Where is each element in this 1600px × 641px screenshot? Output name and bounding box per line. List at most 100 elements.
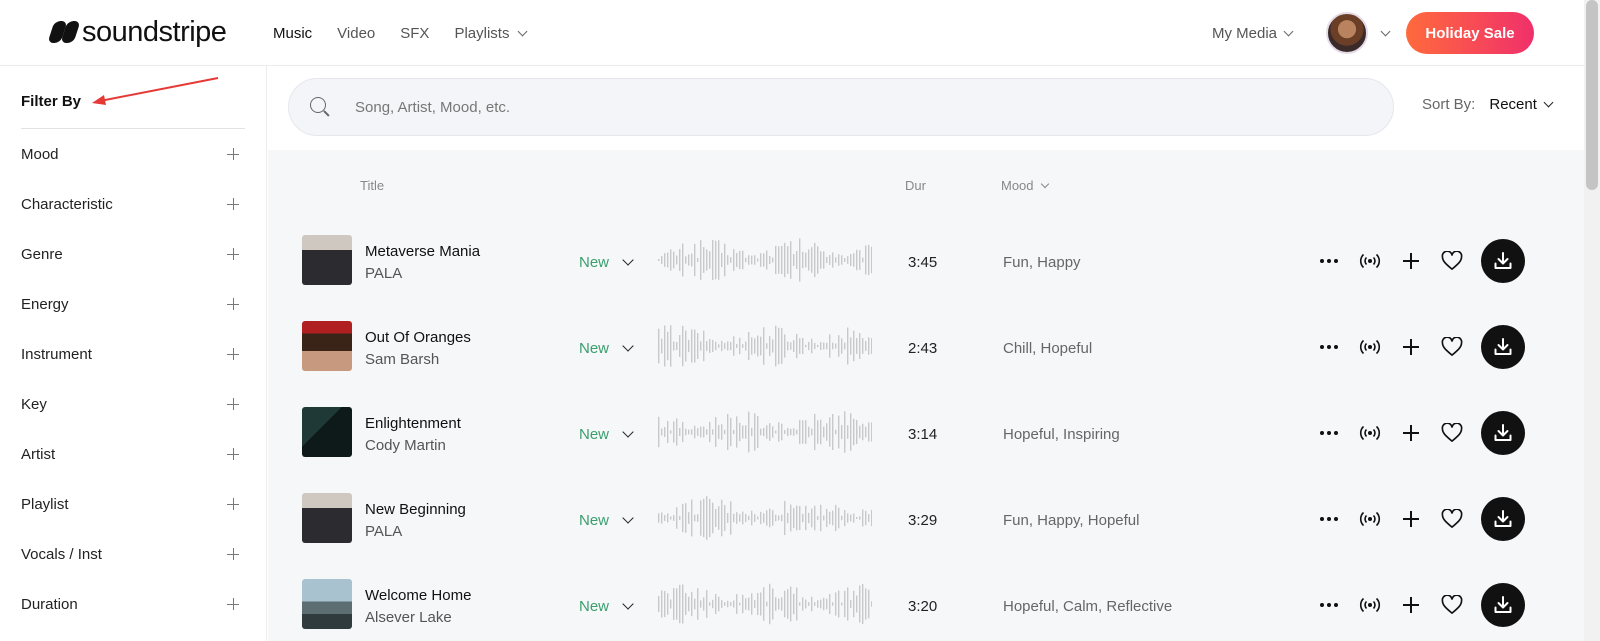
plus-icon [227,198,239,210]
waveform[interactable] [658,235,872,285]
filter-duration[interactable]: Duration [21,579,245,629]
heart-icon [1441,423,1462,442]
account-menu[interactable] [1326,12,1391,54]
search-toolbar: Sort By: Recent [268,66,1584,150]
track-mood: Fun, Happy [1003,254,1081,271]
track-title[interactable]: Enlightenment [365,415,461,432]
my-media-menu[interactable]: My Media [1212,0,1294,66]
track-artwork[interactable] [302,579,352,629]
scrollbar-thumb[interactable] [1586,0,1598,190]
download-button[interactable] [1481,497,1525,541]
track-artist[interactable]: PALA [365,523,402,540]
waveform[interactable] [658,579,872,629]
page-scrollbar[interactable] [1584,0,1600,641]
more-options-button[interactable] [1308,240,1349,282]
soundstripe-logo[interactable]: soundstripe [47,16,227,48]
filter-playlist[interactable]: Playlist [21,479,245,529]
nav-sfx[interactable]: SFX [400,25,429,42]
favorite-button[interactable] [1431,240,1472,282]
plus-icon [227,398,239,410]
filter-energy[interactable]: Energy [21,279,245,329]
track-row[interactable]: Enlightenment Cody Martin New 3:14 Hopef… [268,390,1584,476]
sort-dropdown[interactable]: Recent [1489,96,1554,113]
nav-sfx-label: SFX [400,24,430,42]
filter-instrument[interactable]: Instrument [21,329,245,379]
similar-songs-button[interactable] [1349,498,1390,540]
download-button[interactable] [1481,411,1525,455]
track-title[interactable]: Welcome Home [365,587,471,604]
track-title[interactable]: Out Of Oranges [365,329,471,346]
similar-songs-button[interactable] [1349,584,1390,626]
plus-icon [227,298,239,310]
add-to-playlist-button[interactable] [1390,498,1431,540]
more-options-button[interactable] [1308,584,1349,626]
track-row[interactable]: New Beginning PALA New 3:29 Fun, Happy, … [268,476,1584,562]
track-row[interactable]: Metaverse Mania PALA New 3:45 Fun, Happy [268,218,1584,304]
search-box[interactable] [288,78,1394,136]
column-mood-sort[interactable]: Mood [1001,178,1049,193]
filter-by-title: Filter By [21,93,82,110]
more-options-button[interactable] [1308,412,1349,454]
add-to-playlist-button[interactable] [1390,584,1431,626]
add-to-playlist-button[interactable] [1390,412,1431,454]
download-button[interactable] [1481,583,1525,627]
plus-icon [1402,597,1419,613]
more-options-button[interactable] [1308,326,1349,368]
track-artist[interactable]: Cody Martin [365,437,446,454]
sort-label: Sort By: [1422,96,1476,113]
favorite-button[interactable] [1431,326,1472,368]
expand-chevron-icon[interactable] [622,598,634,610]
waveform[interactable] [658,493,872,543]
track-title[interactable]: Metaverse Mania [365,243,480,260]
nav-music[interactable]: Music [273,25,312,42]
track-duration: 3:45 [908,254,938,271]
similar-songs-button[interactable] [1349,412,1390,454]
nav-playlists[interactable]: Playlists [454,25,528,42]
track-title[interactable]: New Beginning [365,501,466,518]
waveform[interactable] [658,321,872,371]
track-artwork[interactable] [302,493,352,543]
top-header: soundstripe Music Video SFX Playlists My… [0,0,1584,66]
filter-label: Playlist [21,495,69,513]
nav-video-label: Video [337,24,376,42]
track-row[interactable]: Welcome Home Alsever Lake New 3:20 Hopef… [268,562,1584,641]
favorite-button[interactable] [1431,412,1472,454]
nav-video[interactable]: Video [337,25,375,42]
search-input[interactable] [355,98,1255,116]
filter-mood[interactable]: Mood [21,129,245,179]
track-artwork[interactable] [302,407,352,457]
add-to-playlist-button[interactable] [1390,326,1431,368]
plus-icon [1402,253,1419,269]
track-artist[interactable]: Alsever Lake [365,609,452,626]
expand-chevron-icon[interactable] [622,340,634,352]
expand-chevron-icon[interactable] [622,426,634,438]
download-button[interactable] [1481,239,1525,283]
favorite-button[interactable] [1431,584,1472,626]
add-to-playlist-button[interactable] [1390,240,1431,282]
expand-chevron-icon[interactable] [622,512,634,524]
filter-vocals-inst[interactable]: Vocals / Inst [21,529,245,579]
filter-genre[interactable]: Genre [21,229,245,279]
filter-artist[interactable]: Artist [21,429,245,479]
track-artwork[interactable] [302,235,352,285]
similar-songs-button[interactable] [1349,326,1390,368]
download-button[interactable] [1481,325,1525,369]
track-row[interactable]: Out Of Oranges Sam Barsh New 2:43 Chill,… [268,304,1584,390]
filter-key[interactable]: Key [21,379,245,429]
track-artwork[interactable] [302,321,352,371]
similar-songs-button[interactable] [1349,240,1390,282]
sort-control: Sort By: Recent [1422,96,1554,113]
column-mood-label: Mood [1001,178,1034,193]
expand-chevron-icon[interactable] [622,254,634,266]
track-artist[interactable]: Sam Barsh [365,351,439,368]
waveform[interactable] [658,407,872,457]
download-icon [1494,338,1512,355]
more-dots-icon [1319,345,1338,349]
filter-characteristic[interactable]: Characteristic [21,179,245,229]
logo-text: soundstripe [82,16,227,48]
holiday-sale-button[interactable]: Holiday Sale [1406,12,1534,54]
track-artist[interactable]: PALA [365,265,402,282]
more-options-button[interactable] [1308,498,1349,540]
favorite-button[interactable] [1431,498,1472,540]
plus-icon [227,248,239,260]
